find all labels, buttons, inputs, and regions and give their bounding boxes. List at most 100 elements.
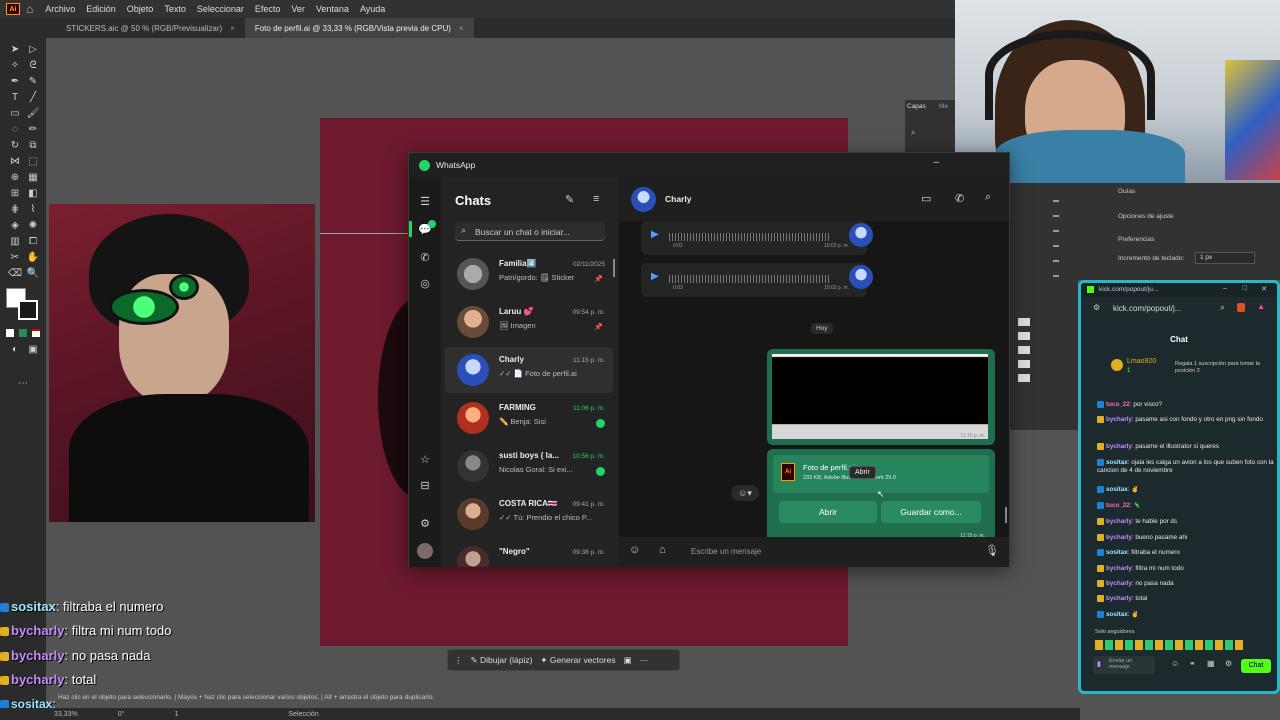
conversation-scrollbar[interactable] [1005,507,1007,523]
share-icon[interactable]: ⚭ [1189,659,1196,668]
more-options-icon[interactable]: ⋯ [640,655,649,666]
profile-avatar[interactable] [417,543,433,559]
send-message-input[interactable]: ▮ Enviar un mensaje [1093,656,1155,674]
list-scrollbar[interactable] [613,259,615,277]
artboard-number[interactable]: 1 [174,711,178,718]
new-chat-icon[interactable]: ✎ [565,193,574,206]
pencil-icon[interactable]: ✏ [26,124,40,136]
menu-seleccionar[interactable]: Seleccionar [197,4,244,14]
filter-icon[interactable]: ≡ [593,193,599,205]
zoom-icon[interactable]: ⌕ [1220,302,1225,313]
chat-item-farming[interactable]: FARMING 11:06 p. m. ✏️ Benja: Sisi [445,395,613,441]
menu-ventana[interactable]: Ventana [316,4,349,14]
chat-item-familia[interactable]: Familia4️⃣ 02/11/2025 Patri/gordo: 🗒 Sti… [445,251,613,297]
pen-tool-icon[interactable]: ✒ [8,76,22,88]
chat-username[interactable]: tuco_22 [1106,502,1130,509]
keyboard-increment-input[interactable]: 1 px [1195,252,1255,264]
mesh-tool-icon[interactable]: ⋕ [8,204,22,216]
menu-icon[interactable]: ☰ [418,195,432,209]
tab-foto-perfil[interactable]: Foto de perfil.ai @ 33,33 % (RGB/Vista p… [244,18,474,38]
profile-photo[interactable] [49,204,315,522]
chat-username[interactable]: bycharly [1106,416,1132,423]
search-icon[interactable]: ⌕ [985,191,991,204]
message-input[interactable]: Escribe un mensaje [691,547,761,556]
waveform[interactable] [669,275,829,283]
hand-tool-icon[interactable]: ✋ [26,252,40,264]
microphone-icon[interactable]: 🎙 [985,544,999,557]
chat-item-negro[interactable]: "Negro" 09:38 p. m. [445,539,613,567]
chat-username[interactable]: bycharly [1106,534,1132,541]
menu-objeto[interactable]: Objeto [127,4,154,14]
gradient-mode-icon[interactable] [19,329,27,337]
settings-icon[interactable]: ⚙ [1225,659,1232,668]
draw-mode-icon[interactable]: ◐ [8,344,22,356]
search-icon[interactable]: ⌕ [911,128,915,138]
shape-builder-icon[interactable]: ⊕ [8,172,22,184]
lasso-icon[interactable]: ᘓ [26,60,40,72]
stroke-swatch[interactable] [18,300,38,320]
slice-tool-icon[interactable]: ✂ [8,252,22,264]
chat-username[interactable]: bycharly [1106,443,1132,450]
symbol-sprayer-icon[interactable]: ✺ [26,220,40,232]
curvature-tool-icon[interactable]: ✎ [26,76,40,88]
generate-vectors-button[interactable]: ✦ Generar vectores [540,655,615,666]
column-graph-icon[interactable]: ▥ [8,236,22,248]
image-message[interactable]: 11:15 p. m. [767,349,995,445]
draw-pencil-button[interactable]: ✎ Dibujar (lápiz) [471,655,533,666]
voice-message[interactable]: ▶ 0:03 10:02 p. m. [641,263,873,297]
attach-icon[interactable]: ⌂ [659,544,666,556]
play-icon[interactable]: ▶ [651,229,659,240]
direct-selection-tool-icon[interactable]: ▷ [26,44,40,56]
address-url[interactable]: kick.com/popout/j... [1113,304,1181,313]
maximize-icon[interactable]: □ [1243,285,1247,292]
menu-texto[interactable]: Texto [164,4,186,14]
menu-ver[interactable]: Ver [291,4,305,14]
close-icon[interactable]: ✕ [1261,285,1267,293]
archive-icon[interactable]: ⊟ [418,479,432,493]
type-tool-icon[interactable]: T [8,92,22,104]
chat-item-costa-rica[interactable]: COSTA RICA🇨🇷 09:41 p. m. ✓✓ Tú: Prendio … [445,491,613,537]
blend-tool-icon[interactable]: ◈ [8,220,22,232]
chat-username[interactable]: bycharly [1106,565,1132,572]
eyedropper-icon[interactable]: ⌇ [26,204,40,216]
contact-name[interactable]: Charly [665,194,691,204]
magic-wand-icon[interactable]: ✧ [8,60,22,72]
chat-send-button[interactable]: Chat [1241,659,1271,673]
emoji-reaction-button[interactable]: ☺▾ [731,485,759,501]
open-button[interactable]: Abrir [779,501,877,523]
tab-panel-2[interactable]: Me [939,103,948,110]
more-tools-icon[interactable]: ⋯ [16,378,30,390]
rotation-angle[interactable]: 0° [118,711,125,718]
chat-username[interactable]: bycharly [1106,595,1132,602]
store-icon[interactable]: ▦ [1207,659,1215,668]
image-preview[interactable] [772,354,988,439]
brave-shield-icon[interactable] [1237,303,1245,312]
play-icon[interactable]: ▶ [651,271,659,282]
site-settings-icon[interactable]: ⚙ [1093,303,1100,312]
shaper-tool-icon[interactable]: ◌ [8,124,22,136]
image-icon[interactable]: ▣ [624,655,632,666]
starred-icon[interactable]: ☆ [418,453,432,467]
voice-call-icon[interactable]: ✆ [955,192,964,205]
chat-username[interactable]: sositax [1106,459,1128,466]
selection-tool-icon[interactable]: ➤ [8,44,22,56]
zoom-tool-icon[interactable]: 🔍 [26,268,40,280]
gift-sub-prompt[interactable]: Regala 1 suscripción para tomar la posic… [1175,361,1275,375]
mic-icon[interactable]: ▮ [1097,660,1101,668]
voice-message[interactable]: ▶ 0:02 10:02 p. m. [641,221,873,255]
chat-username[interactable]: tuco_22 [1106,401,1130,408]
chat-username[interactable]: bycharly [1106,518,1132,525]
file-card[interactable]: Ai Foto de perfil.ai 233 KB, Adobe Illus… [773,455,989,493]
chat-item-susti-boys[interactable]: susti boys ( la... 10:56 p. m. Nicolas G… [445,443,613,489]
search-input[interactable]: ⌕ Buscar un chat o iniciar... [455,222,605,241]
paintbrush-icon[interactable]: 🖌 [26,108,40,120]
menu-archivo[interactable]: Archivo [45,4,75,14]
emoji-icon[interactable]: ☺ [629,544,640,556]
line-tool-icon[interactable]: ╱ [26,92,40,104]
tab-capas[interactable]: Capas [907,103,926,110]
rectangle-tool-icon[interactable]: ▭ [8,108,22,120]
width-tool-icon[interactable]: ⋈ [8,156,22,168]
color-mode-icon[interactable] [6,329,14,337]
waveform[interactable] [669,233,829,241]
minimize-button[interactable]: – [933,157,939,168]
